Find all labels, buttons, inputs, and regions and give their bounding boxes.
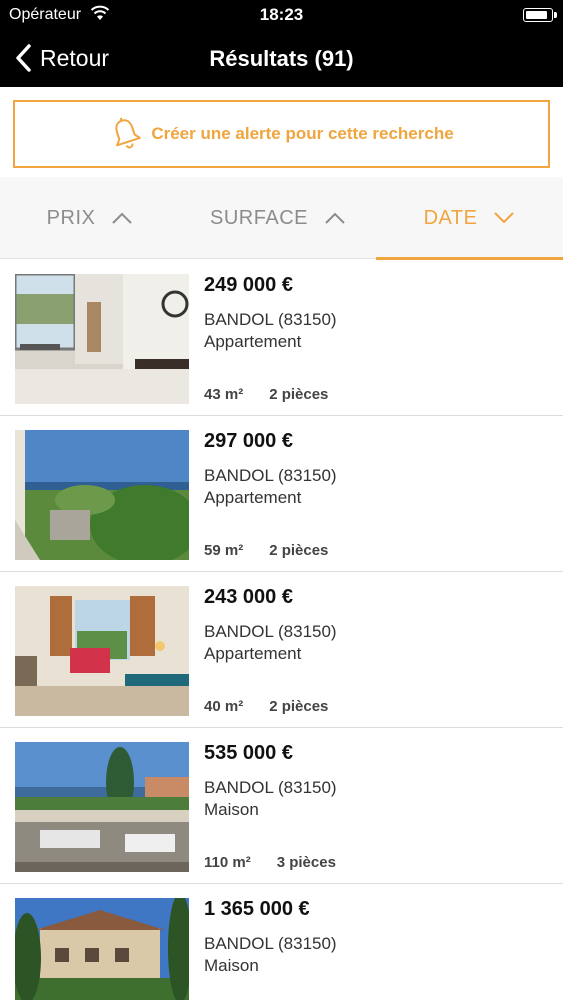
listing-photo xyxy=(15,430,189,560)
chevron-up-icon xyxy=(325,212,345,224)
sort-price-button[interactable]: PRIX xyxy=(0,177,180,259)
battery-icon xyxy=(523,8,557,22)
listing-details: 43 m² 2 pièces xyxy=(204,386,328,403)
listing-price: 1 365 000 € xyxy=(204,898,310,920)
listing-price: 535 000 € xyxy=(204,742,293,764)
sort-date-button[interactable]: DATE xyxy=(376,177,563,260)
listing-item[interactable]: 297 000 € BANDOL (83150) Appartement 59 … xyxy=(0,416,563,572)
listing-city: BANDOL (83150) xyxy=(204,466,337,485)
listing-details: 110 m² 3 pièces xyxy=(204,854,336,871)
listing-city: BANDOL (83150) xyxy=(204,778,337,797)
listing-type: Maison xyxy=(204,800,259,819)
listing-surface: 110 m² xyxy=(204,854,251,871)
listing-surface: 40 m² xyxy=(204,698,244,715)
listing-photo xyxy=(15,898,189,1000)
listing-surface: 43 m² xyxy=(204,386,244,403)
create-alert-button[interactable]: Créer une alerte pour cette recherche xyxy=(13,100,550,168)
listing-surface: 59 m² xyxy=(204,542,244,559)
page-title: Résultats (91) xyxy=(209,46,354,71)
listing-rooms: 2 pièces xyxy=(269,698,329,715)
listing-city: BANDOL (83150) xyxy=(204,934,337,953)
listing-item[interactable]: 535 000 € BANDOL (83150) Maison 110 m² 3 … xyxy=(0,728,563,884)
bell-icon xyxy=(115,117,142,149)
listing-type: Appartement xyxy=(204,332,302,351)
listing-city: BANDOL (83150) xyxy=(204,622,337,641)
chevron-down-icon xyxy=(494,212,515,224)
alert-section: Créer une alerte pour cette recherche xyxy=(0,87,563,177)
listing-rooms: 3 pièces xyxy=(276,854,336,871)
sort-surface-button[interactable]: SURFACE xyxy=(180,177,376,259)
listing-rooms: 2 pièces xyxy=(269,386,329,403)
listing-price: 297 000 € xyxy=(204,430,293,452)
listing-details: 40 m² 2 pièces xyxy=(204,698,328,715)
chevron-up-icon xyxy=(112,212,133,224)
clock: 18:23 xyxy=(259,5,304,24)
listing-city: BANDOL (83150) xyxy=(204,310,337,329)
nav-bar: Retour Résultats (91) xyxy=(0,30,563,87)
listing-price: 243 000 € xyxy=(204,586,293,608)
listing-type: Appartement xyxy=(204,488,302,507)
listing-type: Appartement xyxy=(204,644,302,663)
listing-price: 249 000 € xyxy=(204,274,293,296)
sort-date-label: DATE xyxy=(423,206,478,229)
listing-photo xyxy=(15,586,189,716)
listing-photo xyxy=(15,274,189,404)
sort-price-label: PRIX xyxy=(46,206,96,229)
listing-type: Maison xyxy=(204,956,259,975)
status-bar: Opérateur 18:23 xyxy=(0,0,563,30)
listing-photo xyxy=(15,742,189,872)
sort-surface-label: SURFACE xyxy=(210,206,308,229)
listing-details: 59 m² 2 pièces xyxy=(204,542,328,559)
listing-item[interactable]: 249 000 € BANDOL (83150) Appartement 43 … xyxy=(0,260,563,416)
listing-item[interactable]: 243 000 € BANDOL (83150) Appartement 40 … xyxy=(0,572,563,728)
listing-item[interactable]: 1 365 000 € BANDOL (83150) Maison xyxy=(0,884,563,1000)
listing-rooms: 2 pièces xyxy=(269,542,329,559)
create-alert-label: Créer une alerte pour cette recherche xyxy=(151,124,454,143)
sort-bar: PRIX SURFACE DATE xyxy=(0,177,563,260)
